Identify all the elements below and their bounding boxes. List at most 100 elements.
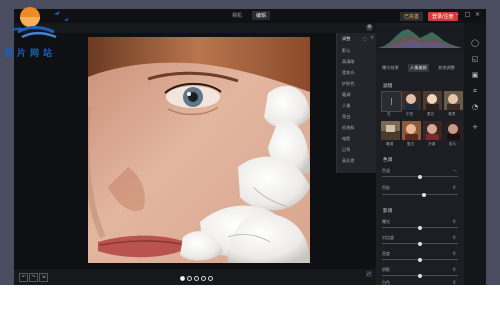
dropdown-item[interactable]: 亮白 bbox=[342, 114, 350, 120]
circle-icon[interactable]: ◯ bbox=[471, 39, 479, 47]
dropdown-item[interactable]: 暖调 bbox=[342, 92, 350, 98]
dropdown-item[interactable]: 电影 bbox=[342, 136, 350, 142]
tab-camera[interactable]: 相机 bbox=[232, 12, 242, 19]
filter-thumb[interactable] bbox=[423, 91, 442, 110]
dropdown-item[interactable]: 日系 bbox=[342, 147, 350, 153]
dropdown-item[interactable]: 高反差 bbox=[342, 158, 355, 164]
filter-thumb[interactable] bbox=[444, 91, 463, 110]
filter-thumb[interactable] bbox=[402, 91, 421, 110]
close-icon[interactable]: × bbox=[474, 11, 481, 19]
section-filters[interactable]: 滤镜 bbox=[383, 83, 392, 89]
slider-value: — bbox=[453, 168, 457, 173]
clock-icon[interactable]: ◔ bbox=[471, 103, 479, 111]
filter-none-icon bbox=[391, 98, 392, 105]
slider-value: 0 bbox=[453, 280, 456, 285]
expand-icon[interactable]: ⤢ bbox=[366, 271, 372, 277]
image-icon[interactable]: ▣ bbox=[471, 71, 479, 79]
canvas-bottom-bar: ↶ ↷ ⇲ ⤢ bbox=[14, 269, 376, 285]
redo-icon[interactable]: ↷ bbox=[29, 273, 38, 282]
slider-label: 亮度 bbox=[382, 251, 390, 256]
dropdown-item[interactable]: 人像 bbox=[342, 103, 350, 109]
slider-knob[interactable] bbox=[418, 225, 422, 230]
slider-knob[interactable] bbox=[421, 192, 426, 197]
dropdown-header: 调整 bbox=[342, 36, 351, 41]
slider-value: 0 bbox=[453, 235, 456, 240]
settings-icon[interactable]: ⚙ bbox=[366, 24, 373, 31]
dropdown-item[interactable]: 柔和光 bbox=[342, 70, 355, 76]
maximize-icon[interactable]: □ bbox=[464, 11, 471, 19]
status-button[interactable]: 已完善 bbox=[400, 12, 424, 21]
undo-icon[interactable]: ↶ bbox=[19, 273, 28, 282]
dropdown-minimize-icon[interactable]: □ bbox=[363, 36, 367, 41]
dropdown-item[interactable]: 高清晰 bbox=[342, 59, 355, 65]
dropdown-item[interactable]: 默认 bbox=[342, 48, 350, 54]
tone-slider[interactable] bbox=[382, 273, 458, 278]
slider-label: 白色 bbox=[382, 280, 390, 285]
slider-label: 色彩 bbox=[382, 185, 390, 190]
slider-knob[interactable] bbox=[418, 257, 422, 262]
slider-label: 曝光 bbox=[382, 219, 390, 224]
page-dot[interactable] bbox=[187, 276, 192, 281]
filter-label: 暖调 bbox=[386, 142, 394, 146]
page-dot[interactable] bbox=[201, 276, 206, 281]
filter-thumb[interactable] bbox=[423, 121, 442, 140]
dropdown-close-icon[interactable]: × bbox=[370, 35, 374, 41]
slider-knob[interactable] bbox=[418, 174, 422, 179]
filter-thumb-none[interactable] bbox=[381, 91, 402, 112]
slider-label: 色温 bbox=[382, 168, 390, 173]
filter-label: 中性 bbox=[406, 112, 414, 116]
crop-icon[interactable]: ⌗ bbox=[471, 87, 479, 95]
color-slider[interactable] bbox=[382, 192, 458, 197]
filter-preview bbox=[423, 121, 442, 140]
tone-slider[interactable] bbox=[382, 257, 458, 262]
page-dot[interactable] bbox=[208, 276, 213, 281]
layers-icon[interactable]: ◱ bbox=[471, 55, 479, 63]
portrait-photo[interactable] bbox=[88, 37, 310, 263]
slider-knob[interactable] bbox=[418, 241, 422, 246]
slider-knob[interactable] bbox=[418, 273, 422, 278]
slider-value: 0 bbox=[453, 267, 456, 272]
slider-value: 0 bbox=[453, 219, 456, 224]
tone-slider[interactable] bbox=[382, 241, 458, 246]
filter-label: 柔光 bbox=[427, 112, 435, 116]
filter-preview bbox=[381, 121, 400, 140]
filter-label: 清透 bbox=[448, 112, 456, 116]
title-bar: 相机 编辑 已完善 登录/注册 – □ × bbox=[14, 9, 486, 23]
site-logo: 图片网站 bbox=[4, 4, 76, 70]
tab-other[interactable]: 其他调整 bbox=[438, 65, 455, 71]
logo-text: 图片网站 bbox=[4, 49, 57, 59]
filter-label: 冷调 bbox=[428, 142, 436, 146]
preset-dropdown: 调整 □ × 默认 高清晰 柔和光 护肤色 暖调 人像 亮白 低饱和 电影 日系… bbox=[336, 33, 377, 173]
filter-thumb[interactable] bbox=[402, 121, 421, 140]
filter-preview bbox=[402, 91, 421, 110]
color-slider[interactable] bbox=[382, 174, 458, 179]
portrait-image bbox=[88, 37, 310, 263]
plus-icon[interactable]: + bbox=[471, 123, 479, 131]
slider-value: 0 bbox=[453, 251, 456, 256]
tab-exposure[interactable]: 曝光效果 bbox=[382, 65, 399, 71]
histogram bbox=[376, 26, 464, 50]
section-color[interactable]: 色调 bbox=[383, 157, 392, 163]
filter-preview bbox=[444, 121, 463, 140]
right-tool-sidebar: ◯ ◱ ▣ ⌗ ◔ + bbox=[464, 23, 486, 285]
slider-label: 阴影 bbox=[382, 267, 390, 272]
section-tone[interactable]: 影调 bbox=[383, 208, 392, 214]
filter-label: 胶片 bbox=[449, 142, 457, 146]
dropdown-item[interactable]: 低饱和 bbox=[342, 125, 355, 131]
tab-edit[interactable]: 编辑 bbox=[252, 11, 271, 20]
filter-preview bbox=[423, 91, 442, 110]
filter-label: 复古 bbox=[407, 142, 415, 146]
tab-portrait[interactable]: 人像美颜 bbox=[408, 64, 429, 72]
page-dot[interactable] bbox=[180, 276, 185, 281]
page-dot[interactable] bbox=[194, 276, 199, 281]
filter-thumb[interactable] bbox=[381, 121, 400, 140]
dropdown-item[interactable]: 护肤色 bbox=[342, 81, 355, 87]
fit-icon[interactable]: ⇲ bbox=[39, 273, 48, 282]
app-window: 相机 编辑 已完善 登录/注册 – □ × ⚙ 调整 □ × 默认 高清晰 柔和… bbox=[14, 9, 486, 285]
minimize-icon[interactable]: – bbox=[454, 11, 461, 19]
filter-preview bbox=[402, 121, 421, 140]
slider-value: 0 bbox=[453, 185, 456, 190]
filter-thumb[interactable] bbox=[444, 121, 463, 140]
filter-preview bbox=[444, 91, 463, 110]
tone-slider[interactable] bbox=[382, 225, 458, 230]
